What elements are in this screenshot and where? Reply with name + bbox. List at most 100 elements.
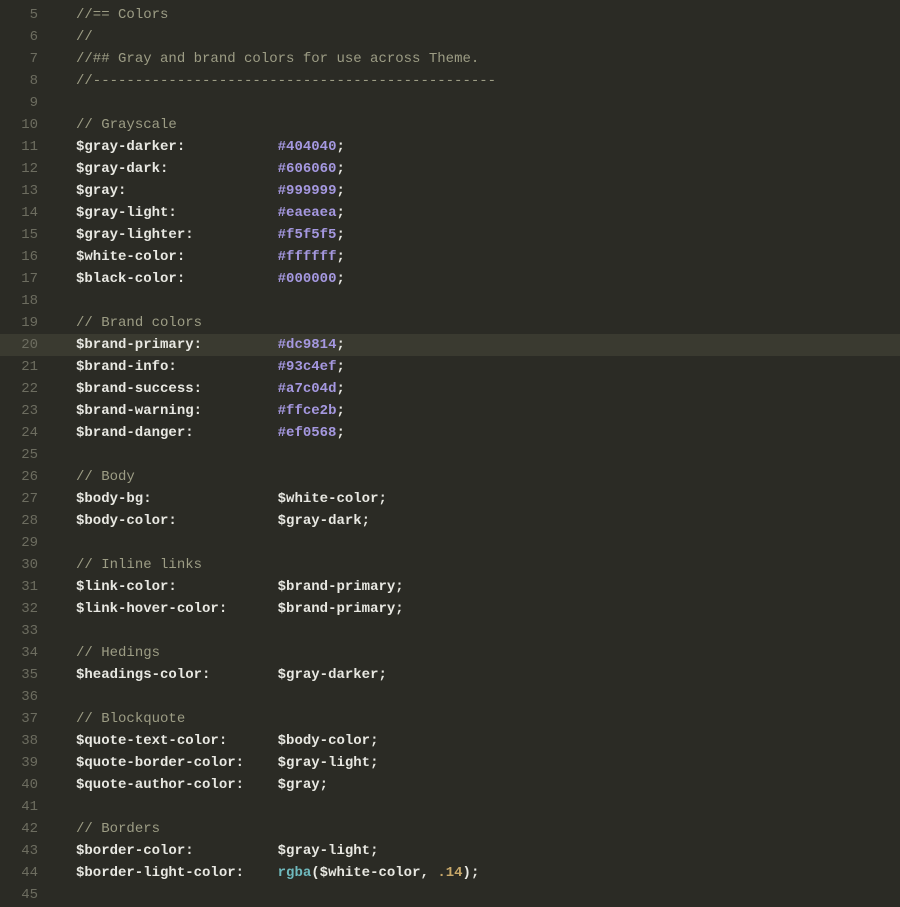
line-content[interactable]: // Body (56, 469, 900, 485)
code-line[interactable]: 45 (0, 884, 900, 906)
variable-ref: $gray-darker (278, 667, 379, 683)
code-line[interactable]: 13$gray: #999999; (0, 180, 900, 202)
variable-name: $headings-color (76, 667, 202, 683)
line-content[interactable]: $quote-author-color: $gray; (56, 777, 900, 793)
line-content[interactable]: $gray-lighter: #f5f5f5; (56, 227, 900, 243)
line-content[interactable]: // Blockquote (56, 711, 900, 727)
code-line[interactable]: 35$headings-color: $gray-darker; (0, 664, 900, 686)
line-content[interactable]: $body-color: $gray-dark; (56, 513, 900, 529)
code-line[interactable]: 23$brand-warning: #ffce2b; (0, 400, 900, 422)
line-content[interactable]: $quote-border-color: $gray-light; (56, 755, 900, 771)
line-content[interactable]: $border-color: $gray-light; (56, 843, 900, 859)
line-content[interactable]: // Inline links (56, 557, 900, 573)
semicolon: ; (370, 733, 378, 749)
line-content[interactable]: $border-light-color: rgba($white-color, … (56, 865, 900, 881)
comment-text: Inline links (93, 557, 202, 573)
colon: : (168, 513, 176, 529)
code-line[interactable]: 21$brand-info: #93c4ef; (0, 356, 900, 378)
line-content[interactable]: // Brand colors (56, 315, 900, 331)
line-content[interactable]: //== Colors (56, 7, 900, 23)
line-content[interactable]: $gray-dark: #606060; (56, 161, 900, 177)
line-number: 23 (0, 403, 56, 419)
line-content[interactable]: $gray: #999999; (56, 183, 900, 199)
variable-name: $border-light-color (76, 865, 236, 881)
line-content[interactable]: $quote-text-color: $body-color; (56, 733, 900, 749)
line-content[interactable]: // (56, 29, 900, 45)
code-line[interactable]: 30// Inline links (0, 554, 900, 576)
code-line[interactable]: 24$brand-danger: #ef0568; (0, 422, 900, 444)
line-content[interactable]: $gray-darker: #404040; (56, 139, 900, 155)
comment-marker: // (76, 821, 93, 837)
paren-close: ) (463, 865, 471, 881)
code-line[interactable]: 43$border-color: $gray-light; (0, 840, 900, 862)
code-line[interactable]: 12$gray-dark: #606060; (0, 158, 900, 180)
line-content[interactable]: //--------------------------------------… (56, 73, 900, 89)
colon: : (168, 359, 176, 375)
code-line[interactable]: 9 (0, 92, 900, 114)
line-content[interactable]: $black-color: #000000; (56, 271, 900, 287)
code-line[interactable]: 11$gray-darker: #404040; (0, 136, 900, 158)
code-line[interactable]: 32$link-hover-color: $brand-primary; (0, 598, 900, 620)
code-line[interactable]: 26// Body (0, 466, 900, 488)
code-line[interactable]: 7//## Gray and brand colors for use acro… (0, 48, 900, 70)
colon: : (194, 381, 202, 397)
line-content[interactable]: $headings-color: $gray-darker; (56, 667, 900, 683)
line-content[interactable]: $brand-info: #93c4ef; (56, 359, 900, 375)
code-line[interactable]: 37// Blockquote (0, 708, 900, 730)
code-line[interactable]: 42// Borders (0, 818, 900, 840)
hex-value: #404040 (278, 139, 337, 155)
code-line[interactable]: 15$gray-lighter: #f5f5f5; (0, 224, 900, 246)
line-content[interactable]: $link-color: $brand-primary; (56, 579, 900, 595)
line-content[interactable]: // Hedings (56, 645, 900, 661)
line-content[interactable]: // Borders (56, 821, 900, 837)
line-content[interactable]: $gray-light: #eaeaea; (56, 205, 900, 221)
code-line[interactable]: 33 (0, 620, 900, 642)
line-content[interactable]: $link-hover-color: $brand-primary; (56, 601, 900, 617)
line-content[interactable]: $brand-success: #a7c04d; (56, 381, 900, 397)
line-content[interactable]: $white-color: #ffffff; (56, 249, 900, 265)
code-line[interactable]: 36 (0, 686, 900, 708)
comment-text: Body (93, 469, 135, 485)
code-line[interactable]: 20$brand-primary: #dc9814; (0, 334, 900, 356)
code-line[interactable]: 25 (0, 444, 900, 466)
code-line[interactable]: 5//== Colors (0, 4, 900, 26)
function-name: rgba (278, 865, 312, 881)
code-line[interactable]: 31$link-color: $brand-primary; (0, 576, 900, 598)
variable-name: $gray-darker (76, 139, 177, 155)
line-content[interactable]: $brand-danger: #ef0568; (56, 425, 900, 441)
code-line[interactable]: 41 (0, 796, 900, 818)
code-line[interactable]: 18 (0, 290, 900, 312)
variable-ref: $gray-light (278, 755, 370, 771)
variable-ref: $gray (278, 777, 320, 793)
line-content[interactable]: $brand-primary: #dc9814; (56, 337, 900, 353)
code-line[interactable]: 16$white-color: #ffffff; (0, 246, 900, 268)
hex-value: #999999 (278, 183, 337, 199)
code-line[interactable]: 44$border-light-color: rgba($white-color… (0, 862, 900, 884)
line-number: 28 (0, 513, 56, 529)
variable-name: $link-hover-color (76, 601, 219, 617)
code-line[interactable]: 22$brand-success: #a7c04d; (0, 378, 900, 400)
code-line[interactable]: 38$quote-text-color: $body-color; (0, 730, 900, 752)
semicolon: ; (336, 425, 344, 441)
code-line[interactable]: 17$black-color: #000000; (0, 268, 900, 290)
line-content[interactable]: $brand-warning: #ffce2b; (56, 403, 900, 419)
code-line[interactable]: 19// Brand colors (0, 312, 900, 334)
colon: : (219, 601, 227, 617)
code-line[interactable]: 10// Grayscale (0, 114, 900, 136)
code-editor[interactable]: 5//== Colors6//7//## Gray and brand colo… (0, 0, 900, 906)
code-line[interactable]: 6// (0, 26, 900, 48)
line-content[interactable]: // Grayscale (56, 117, 900, 133)
code-line[interactable]: 28$body-color: $gray-dark; (0, 510, 900, 532)
line-content[interactable]: $body-bg: $white-color; (56, 491, 900, 507)
code-line[interactable]: 39$quote-border-color: $gray-light; (0, 752, 900, 774)
code-line[interactable]: 14$gray-light: #eaeaea; (0, 202, 900, 224)
code-line[interactable]: 40$quote-author-color: $gray; (0, 774, 900, 796)
code-line[interactable]: 34// Hedings (0, 642, 900, 664)
line-content[interactable]: //## Gray and brand colors for use acros… (56, 51, 900, 67)
variable-name: $gray (76, 183, 118, 199)
semicolon: ; (336, 359, 344, 375)
code-line[interactable]: 27$body-bg: $white-color; (0, 488, 900, 510)
code-line[interactable]: 29 (0, 532, 900, 554)
code-line[interactable]: 8//-------------------------------------… (0, 70, 900, 92)
hex-value: #000000 (278, 271, 337, 287)
